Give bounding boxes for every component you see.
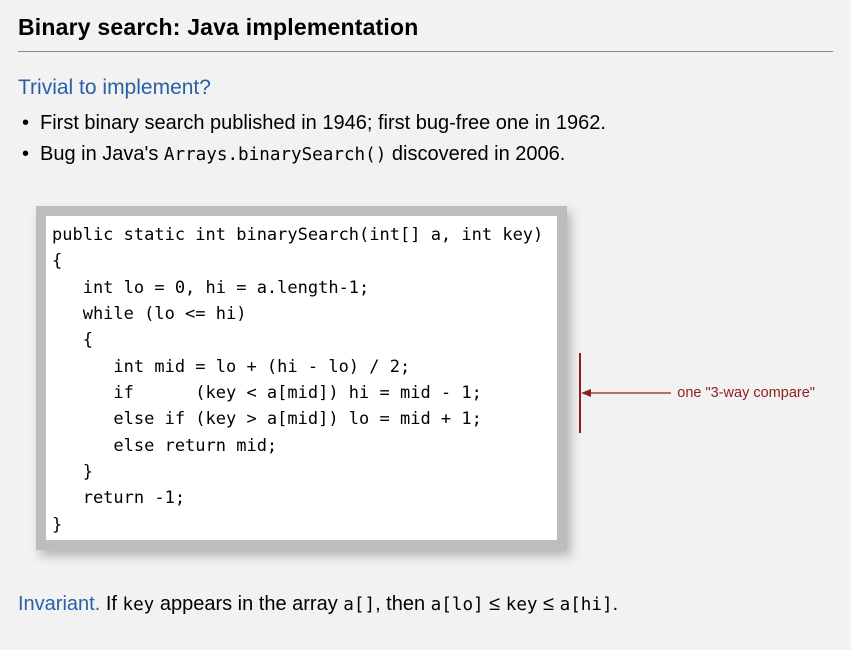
text: ≤ (538, 593, 560, 615)
text: If (100, 593, 122, 615)
bullet-item: Bug in Java's Arrays.binarySearch() disc… (40, 139, 833, 170)
inline-code: a[lo] (431, 595, 484, 615)
inline-code: key (506, 595, 538, 615)
invariant-label: Invariant. (18, 593, 100, 615)
inline-code: Arrays.binarySearch() (164, 145, 386, 165)
invariant-line: Invariant. If key appears in the array a… (18, 590, 833, 618)
inline-code: a[] (343, 595, 375, 615)
text: ≤ (484, 593, 506, 615)
text: . (613, 593, 619, 615)
text: appears in the array (154, 593, 343, 615)
code-box: public static int binarySearch(int[] a, … (36, 206, 567, 550)
text: , then (375, 593, 431, 615)
bullet-item: First binary search published in 1946; f… (40, 108, 833, 139)
slide-title: Binary search: Java implementation (18, 14, 833, 52)
bullet-list: First binary search published in 1946; f… (18, 108, 833, 170)
code-annotation: one "3-way compare" (677, 385, 815, 401)
bullet-text-post: discovered in 2006. (386, 143, 565, 165)
code-figure: public static int binarySearch(int[] a, … (36, 206, 833, 550)
arrow-icon (581, 387, 671, 399)
code-block: public static int binarySearch(int[] a, … (52, 222, 543, 538)
inline-code: a[hi] (560, 595, 613, 615)
bullet-text-pre: Bug in Java's (40, 143, 164, 165)
inline-code: key (123, 595, 155, 615)
subheading: Trivial to implement? (18, 76, 833, 100)
